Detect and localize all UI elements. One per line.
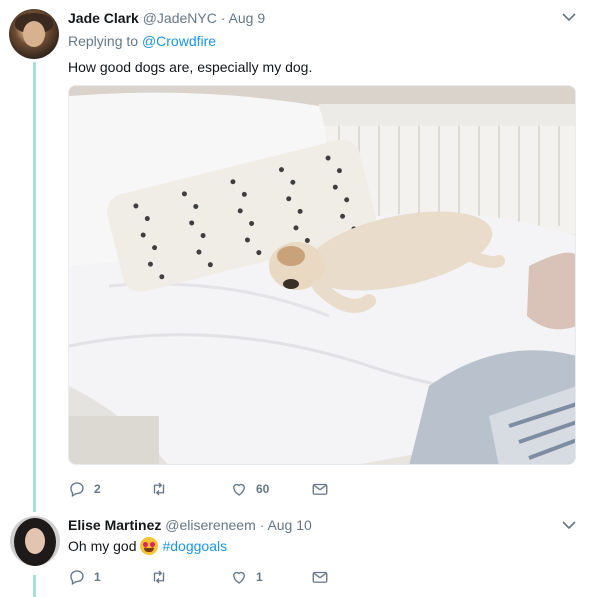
envelope-icon — [312, 571, 328, 583]
author-handle[interactable]: @JadeNYC — [143, 10, 217, 26]
retweet-icon — [153, 482, 165, 496]
tweet-photo[interactable] — [68, 85, 576, 465]
chevron-down-icon[interactable] — [562, 12, 576, 22]
avatar[interactable] — [10, 516, 60, 566]
reply-count: 2 — [94, 482, 101, 496]
direct-message-button[interactable] — [311, 568, 329, 586]
tweet-header: Jade Clark @JadeNYC · Aug 9 — [68, 9, 265, 27]
like-button[interactable]: 1 — [230, 568, 263, 586]
hashtag-link[interactable]: #doggoals — [162, 536, 227, 556]
thread-connector-line — [33, 575, 36, 597]
heart-icon — [233, 571, 245, 584]
tweet-text: How good dogs are, especially my dog. — [68, 59, 313, 75]
reply-icon — [70, 570, 84, 585]
author-name[interactable]: Jade Clark — [68, 10, 139, 26]
chevron-down-icon[interactable] — [562, 520, 576, 530]
like-button[interactable]: 60 — [230, 480, 269, 498]
tweet-header: Elise Martinez @elisereneem · Aug 10 — [68, 516, 312, 534]
reply-count: 1 — [94, 570, 101, 584]
direct-message-button[interactable] — [311, 480, 329, 498]
reply-button[interactable]: 1 — [68, 568, 101, 586]
replying-to-link[interactable]: @Crowdfire — [142, 33, 216, 49]
separator-dot: · — [220, 10, 226, 26]
tweet-text-body: Oh my god — [68, 538, 137, 554]
replying-to-line: Replying to @Crowdfire — [68, 33, 216, 49]
tweet-date[interactable]: Aug 10 — [267, 517, 311, 533]
author-handle[interactable]: @elisereneem — [165, 517, 255, 533]
reply-button[interactable]: 2 — [68, 480, 101, 498]
photo-dog-sleeping-on-daybed — [69, 86, 575, 464]
replying-to-label: Replying to — [68, 33, 139, 49]
retweet-icon — [153, 570, 165, 584]
tweet-text: Oh my god #doggoals — [68, 536, 227, 556]
separator-dot: · — [259, 517, 265, 533]
retweet-button[interactable] — [150, 568, 176, 586]
envelope-icon — [312, 483, 328, 495]
tweet-date[interactable]: Aug 9 — [229, 10, 266, 26]
avatar[interactable] — [9, 9, 59, 59]
like-count: 60 — [256, 482, 270, 496]
retweet-button[interactable] — [150, 480, 176, 498]
author-name[interactable]: Elise Martinez — [68, 517, 161, 533]
heart-icon — [233, 483, 245, 496]
reply-icon — [70, 482, 84, 497]
heart-eyes-emoji-icon — [140, 537, 159, 555]
thread-connector-line — [33, 62, 36, 512]
like-count: 1 — [256, 570, 263, 584]
